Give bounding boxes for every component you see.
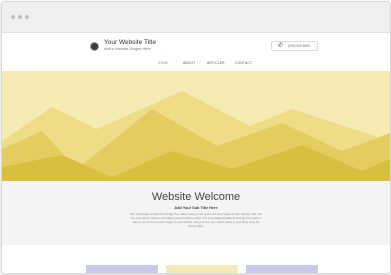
- welcome-section: Website Welcome Add Your Sub Title Here …: [2, 181, 390, 245]
- nav-item-articles[interactable]: ARTICLES: [207, 61, 225, 65]
- phone-number: (555) 555-5555: [288, 44, 310, 48]
- window-control-dot[interactable]: [11, 15, 15, 19]
- site-title[interactable]: Your Website Title: [104, 39, 156, 46]
- feature-card[interactable]: [246, 265, 318, 273]
- phone-icon: ✆: [278, 43, 284, 49]
- hero-banner: [2, 71, 390, 181]
- feature-card[interactable]: [166, 265, 238, 273]
- window-control-dot[interactable]: [18, 15, 22, 19]
- welcome-body-text: This homepage template for Portage Pro m…: [130, 213, 262, 228]
- welcome-title: Website Welcome: [151, 191, 241, 203]
- welcome-subtitle: Add Your Sub Title Here: [174, 206, 218, 210]
- browser-window: Your Website Title Add a Website Slogan …: [1, 1, 391, 274]
- nav-item-contact[interactable]: CONTACT: [235, 61, 252, 65]
- phone-button[interactable]: ✆ (555) 555-5555: [271, 41, 318, 51]
- website-preview: Your Website Title Add a Website Slogan …: [2, 33, 390, 273]
- mountain-illustration: [2, 71, 390, 181]
- feature-cards: [2, 245, 390, 273]
- site-slogan: Add a Website Slogan Here: [104, 47, 151, 51]
- feature-card[interactable]: [86, 265, 158, 273]
- site-logo-icon[interactable]: [90, 42, 99, 51]
- browser-titlebar: [2, 2, 390, 33]
- window-control-dot[interactable]: [25, 15, 29, 19]
- nav-item-about[interactable]: ABOUT: [183, 61, 195, 65]
- site-header: Your Website Title Add a Website Slogan …: [2, 33, 390, 71]
- nav-item-home[interactable]: HOME: [158, 61, 169, 65]
- main-navigation: HOME ABOUT ARTICLES CONTACT: [2, 61, 390, 69]
